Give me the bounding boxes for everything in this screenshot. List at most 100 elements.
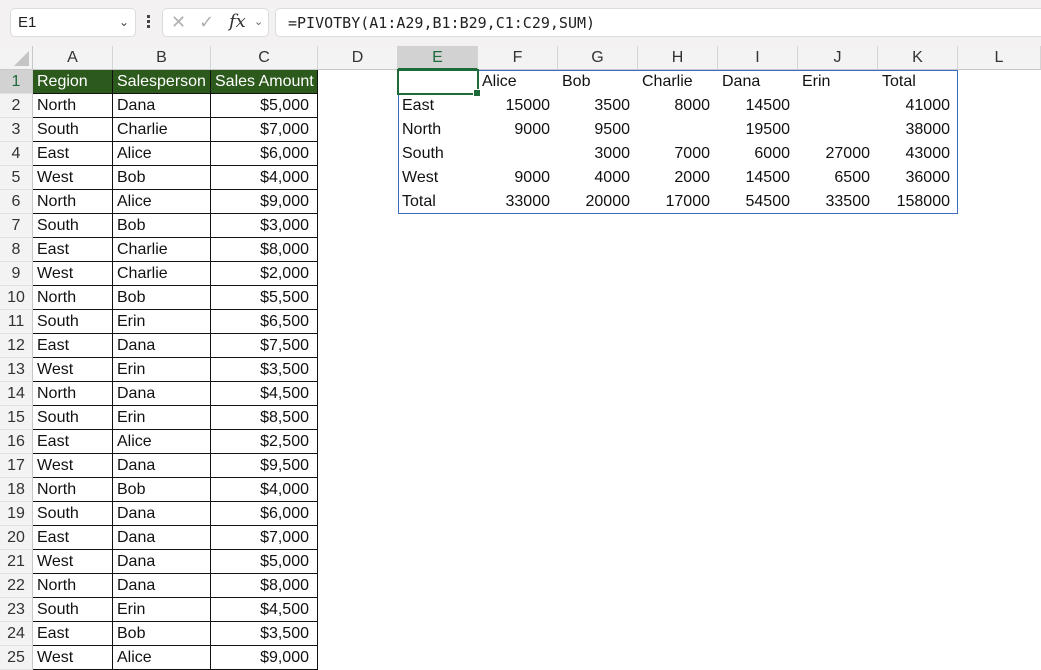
pivot-value-cell[interactable]: 6000 [718,142,798,166]
row-header-18[interactable]: 18 [0,478,33,502]
table-cell[interactable]: Dana [113,94,211,118]
table-cell[interactable]: West [33,550,113,574]
more-options-icon[interactable] [145,13,151,33]
pivot-value-cell[interactable]: 14500 [718,94,798,118]
column-header-i[interactable]: I [718,46,798,70]
table-cell[interactable]: Alice [113,646,211,670]
pivot-value-cell[interactable]: 20000 [558,190,638,214]
table-cell[interactable]: East [33,430,113,454]
table-cell[interactable]: East [33,238,113,262]
table-cell[interactable]: Bob [113,166,211,190]
pivot-value-cell[interactable]: 158000 [878,190,958,214]
pivot-value-cell[interactable]: 9000 [478,118,558,142]
row-header-16[interactable]: 16 [0,430,33,454]
pivot-column-header[interactable]: Charlie [638,70,718,94]
row-header-11[interactable]: 11 [0,310,33,334]
table-cell[interactable]: South [33,310,113,334]
table-cell[interactable]: West [33,646,113,670]
column-header-b[interactable]: B [113,46,211,70]
row-header-24[interactable]: 24 [0,622,33,646]
pivot-value-cell[interactable]: 43000 [878,142,958,166]
table-cell[interactable]: $9,000 [211,646,318,670]
table-header-cell[interactable]: Sales Amount [211,70,318,94]
table-cell[interactable]: East [33,622,113,646]
row-header-12[interactable]: 12 [0,334,33,358]
table-cell[interactable]: South [33,406,113,430]
table-cell[interactable]: $4,000 [211,166,318,190]
table-cell[interactable]: $9,500 [211,454,318,478]
table-header-cell[interactable]: Salesperson [113,70,211,94]
table-cell[interactable]: $5,000 [211,94,318,118]
pivot-value-cell[interactable]: 19500 [718,118,798,142]
row-header-17[interactable]: 17 [0,454,33,478]
x-icon[interactable]: ✕ [171,12,186,33]
table-cell[interactable]: Dana [113,574,211,598]
table-cell[interactable]: Erin [113,310,211,334]
table-cell[interactable]: $4,500 [211,382,318,406]
table-cell[interactable]: Alice [113,430,211,454]
table-cell[interactable]: East [33,142,113,166]
table-cell[interactable]: Dana [113,550,211,574]
column-header-e[interactable]: E [398,46,478,70]
pivot-value-cell[interactable]: 17000 [638,190,718,214]
table-cell[interactable]: West [33,454,113,478]
chevron-down-icon[interactable]: ⌄ [254,15,263,28]
table-cell[interactable]: Bob [113,478,211,502]
table-cell[interactable]: Dana [113,526,211,550]
row-header-23[interactable]: 23 [0,598,33,622]
table-cell[interactable]: Bob [113,214,211,238]
pivot-value-cell[interactable]: 15000 [478,94,558,118]
table-cell[interactable]: South [33,502,113,526]
row-header-5[interactable]: 5 [0,166,33,190]
formula-input[interactable]: =PIVOTBY(A1:A29,B1:B29,C1:C29,SUM) [275,8,1041,37]
table-cell[interactable]: North [33,94,113,118]
table-cell[interactable]: $6,500 [211,310,318,334]
name-box[interactable]: E1 ⌄ [10,8,136,37]
pivot-value-cell[interactable]: 36000 [878,166,958,190]
row-header-13[interactable]: 13 [0,358,33,382]
pivot-value-cell[interactable]: 8000 [638,94,718,118]
table-cell[interactable]: $7,000 [211,118,318,142]
pivot-value-cell[interactable]: 9000 [478,166,558,190]
table-cell[interactable]: $7,000 [211,526,318,550]
fx-icon[interactable]: fx [229,11,246,32]
table-cell[interactable]: North [33,478,113,502]
pivot-value-cell[interactable] [798,94,878,118]
chevron-down-icon[interactable]: ⌄ [119,15,129,29]
table-cell[interactable]: Dana [113,334,211,358]
pivot-value-cell[interactable]: 2000 [638,166,718,190]
table-cell[interactable]: $2,000 [211,262,318,286]
pivot-value-cell[interactable]: 54500 [718,190,798,214]
table-cell[interactable]: $2,500 [211,430,318,454]
pivot-row-label[interactable]: East [398,94,478,118]
row-header-14[interactable]: 14 [0,382,33,406]
check-icon[interactable]: ✓ [199,12,214,33]
table-cell[interactable]: $8,000 [211,238,318,262]
row-header-25[interactable]: 25 [0,646,33,670]
table-cell[interactable]: South [33,598,113,622]
select-all-button[interactable] [0,46,33,70]
column-header-j[interactable]: J [798,46,878,70]
table-cell[interactable]: West [33,166,113,190]
row-header-9[interactable]: 9 [0,262,33,286]
column-header-h[interactable]: H [638,46,718,70]
pivot-column-header[interactable]: Dana [718,70,798,94]
pivot-value-cell[interactable]: 27000 [798,142,878,166]
table-cell[interactable]: $3,500 [211,622,318,646]
pivot-value-cell[interactable]: 3500 [558,94,638,118]
table-cell[interactable]: Dana [113,382,211,406]
table-cell[interactable]: North [33,574,113,598]
pivot-value-cell[interactable] [798,118,878,142]
table-cell[interactable]: North [33,382,113,406]
column-header-f[interactable]: F [478,46,558,70]
column-header-l[interactable]: L [958,46,1041,70]
table-cell[interactable]: South [33,118,113,142]
pivot-column-header[interactable]: Erin [798,70,878,94]
table-cell[interactable]: $5,000 [211,550,318,574]
row-header-20[interactable]: 20 [0,526,33,550]
pivot-value-cell[interactable]: 41000 [878,94,958,118]
table-cell[interactable]: Erin [113,598,211,622]
table-cell[interactable]: Dana [113,502,211,526]
table-cell[interactable]: $8,000 [211,574,318,598]
pivot-value-cell[interactable] [478,142,558,166]
